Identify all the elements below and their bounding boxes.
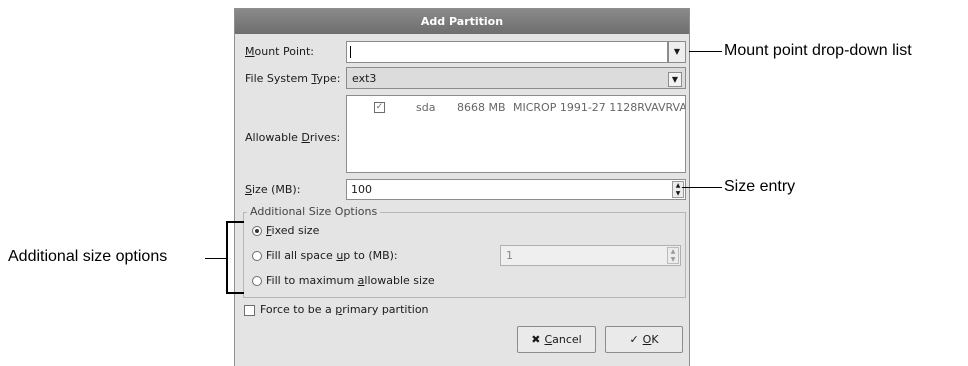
fill-upto-radio[interactable] [252,251,262,261]
drive-row[interactable]: ✓ sda 8668 MB MICROP 1991-27 1128RVAVRVA [347,100,685,116]
drive-size: 8668 MB [457,101,506,114]
additional-options-bracket [226,221,228,294]
fs-type-label: File System Type: [245,72,341,85]
fill-upto-input[interactable]: 1 ▲ ▼ [500,245,681,266]
spin-arrows-icon[interactable]: ▲ ▼ [667,247,679,264]
mount-point-callout: Mount point drop-down list [724,42,912,59]
fill-upto-value: 1 [506,249,513,262]
bracket-top-tick [226,221,244,223]
mount-point-input[interactable] [346,41,668,63]
allowable-drives-label: Allowable Drives: [245,131,341,144]
mount-point-callout-line [689,51,722,52]
primary-partition-label: Force to be a primary partition [260,303,429,316]
drive-device: sda [416,101,436,114]
dialog-title: Add Partition [235,9,689,34]
primary-partition-checkbox[interactable] [244,305,255,316]
size-entry-callout: Size entry [724,178,796,195]
additional-size-options-title: Additional Size Options [247,205,381,219]
cancel-button[interactable]: ✖ Cancel [517,326,596,353]
add-partition-dialog: Add Partition Mount Point: ▼ File System… [234,8,690,366]
chevron-down-icon: ▼ [668,72,682,87]
ok-button[interactable]: ✓ OK [605,326,683,353]
additional-options-callout-line [205,258,226,259]
radio-selected-dot [255,229,259,233]
fill-max-label: Fill to maximum allowable size [266,274,435,287]
text-cursor [350,46,351,58]
additional-options-callout: Additional size options [8,248,168,265]
bracket-bottom-tick [226,292,244,294]
spin-arrows-icon[interactable]: ▲ ▼ [672,181,684,198]
chevron-down-icon: ▼ [673,47,681,56]
drive-checkbox[interactable]: ✓ [374,102,385,113]
mount-point-dropdown-button[interactable]: ▼ [668,41,686,63]
fill-upto-label: Fill all space up to (MB): [266,249,398,262]
fs-type-value: ext3 [352,72,377,85]
ok-check-icon: ✓ [629,333,639,346]
size-label: Size (MB): [245,183,301,196]
size-entry-callout-line [682,187,722,188]
allowable-drives-list[interactable]: ✓ sda 8668 MB MICROP 1991-27 1128RVAVRVA [346,95,686,173]
cancel-icon: ✖ [531,333,541,346]
drive-model: MICROP 1991-27 1128RVAVRVA [513,101,685,114]
mount-point-label: Mount Point: [245,45,315,58]
fs-type-select[interactable]: ext3 ▼ [346,67,686,89]
fixed-size-radio[interactable] [252,226,262,236]
fill-max-radio[interactable] [252,276,262,286]
fixed-size-label: Fixed size [266,224,320,237]
size-value: 100 [351,183,372,196]
size-input[interactable]: 100 ▲ ▼ [346,179,686,200]
